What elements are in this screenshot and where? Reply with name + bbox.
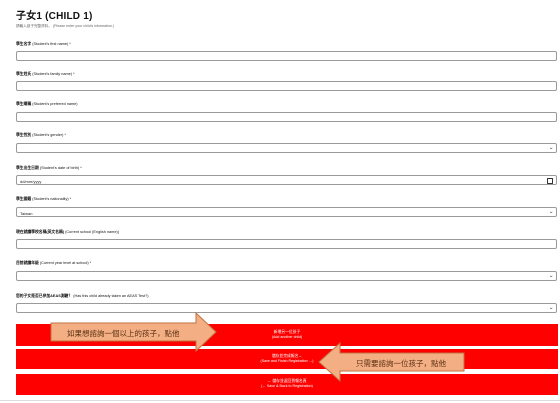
- label-en: (Student's family name): [32, 72, 73, 76]
- chevron-down-icon: ⌄: [548, 273, 554, 279]
- year-level-select[interactable]: ⌄: [16, 271, 557, 281]
- save-finish-label-en: (Save and Finish Registration →): [260, 359, 314, 363]
- chevron-down-icon: ⌄: [548, 209, 554, 215]
- preferred-name-input[interactable]: [16, 112, 557, 122]
- required-mark: *: [89, 261, 92, 265]
- label-zh: 您的子女是否已參加AEAS測驗？: [16, 294, 73, 298]
- callout-one-child: 只需要諮詢一位孩子，點他: [318, 341, 466, 383]
- date-placeholder: dd/mm/yyyy: [20, 178, 42, 184]
- nationality-select[interactable]: Taiwan ⌄: [16, 207, 557, 217]
- label-zh: 目前就讀年級: [16, 261, 39, 265]
- save-back-label-en: (← Save & Back to Registration): [261, 384, 313, 388]
- preferred-name-label: 學生暱稱 (Student's preferred name): [16, 102, 78, 107]
- label-en: (Current year level at school): [39, 261, 89, 265]
- calendar-icon[interactable]: [547, 178, 553, 184]
- label-en: (Has this child already taken an AEAS Te…: [73, 294, 149, 298]
- dob-label: 學生出生日期 (Student's date of birth) *: [16, 166, 82, 171]
- label-zh: 學生名字: [16, 42, 32, 46]
- chevron-down-icon: ⌄: [548, 145, 554, 151]
- label-zh: 現在就讀學校名稱(英文名稱): [16, 230, 65, 234]
- current-school-input[interactable]: [16, 239, 557, 249]
- callout-add-child: 如果想諮詢一個以上的孩子，點他: [50, 311, 218, 353]
- year-level-label: 目前就讀年級 (Current year level at school) *: [16, 261, 91, 266]
- label-en: (Student's date of birth): [39, 166, 80, 170]
- label-zh: 學生出生日期: [16, 166, 39, 170]
- family-name-label: 學生姓氏 (Student's family name) *: [16, 72, 75, 77]
- page-subtitle: 請輸入孩子完整資料。 (Please enter your child's in…: [16, 24, 115, 28]
- label-en: (Student's preferred name): [32, 102, 78, 106]
- label-en: (Student's nationality): [32, 197, 69, 201]
- required-mark: *: [64, 133, 66, 137]
- callout-text: 如果想諮詢一個以上的孩子，點他: [67, 329, 180, 338]
- divider: [0, 400, 560, 401]
- dob-date-input[interactable]: dd/mm/yyyy: [16, 175, 557, 185]
- first-name-label: 學生名字 (Student's first name) *: [16, 42, 71, 47]
- aeas-test-label: 您的子女是否已參加AEAS測驗？ (Has this child already…: [16, 294, 148, 299]
- label-zh: 學生國籍: [16, 197, 32, 201]
- label-zh: 學生姓氏: [16, 72, 32, 76]
- gender-label: 學生性別 (Student's gender) *: [16, 133, 66, 138]
- save-back-button[interactable]: ← 儲存並返回到報名頁 (← Save & Back to Registrati…: [16, 374, 558, 395]
- nationality-label: 學生國籍 (Student's nationality) *: [16, 197, 71, 202]
- gender-select[interactable]: ⌄: [16, 143, 557, 153]
- select-value: Taiwan: [20, 210, 33, 216]
- label-en: (Student's gender): [32, 133, 64, 137]
- callout-text: 只需要諮詢一位孩子，點他: [356, 359, 446, 368]
- chevron-down-icon: ⌄: [548, 305, 554, 311]
- label-en: (Current school (English name)): [65, 230, 119, 234]
- required-mark: *: [80, 166, 82, 170]
- label-en: (Student's first name): [32, 42, 69, 46]
- page-title: 子女1 (CHILD 1): [16, 11, 93, 22]
- required-mark: *: [69, 197, 72, 201]
- label-zh: 學生暱稱: [16, 102, 32, 106]
- required-mark: *: [69, 42, 71, 46]
- first-name-input[interactable]: [16, 51, 557, 61]
- family-name-input[interactable]: [16, 81, 557, 91]
- label-zh: 學生性別: [16, 133, 32, 137]
- required-mark: *: [73, 72, 75, 76]
- current-school-label: 現在就讀學校名稱(英文名稱) (Current school (English …: [16, 230, 119, 235]
